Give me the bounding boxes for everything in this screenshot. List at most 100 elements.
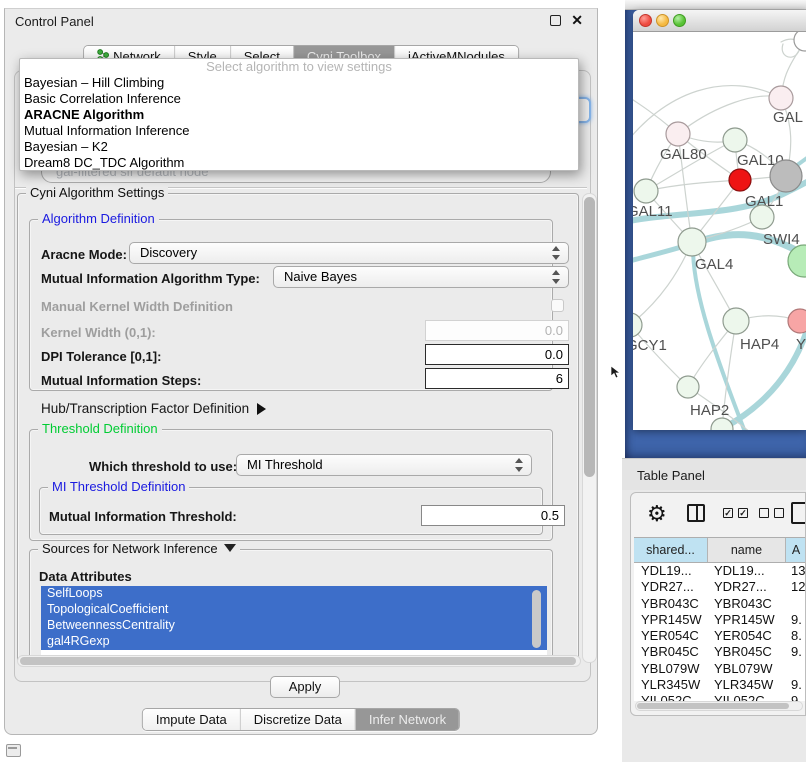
table-cell: YPR145W — [641, 612, 707, 627]
network-node[interactable] — [769, 86, 793, 110]
table-cell: YDL19... — [641, 563, 707, 578]
float-window-icon[interactable] — [550, 15, 561, 26]
table-row[interactable]: YBR045CYBR045C9. — [634, 644, 806, 660]
list-item[interactable]: SelfLoops — [41, 586, 547, 602]
sources-title: Sources for Network Inference — [42, 541, 218, 556]
tab-label: Impute Data — [156, 709, 227, 730]
table-row[interactable]: YIL052CYIL052C9. — [634, 693, 806, 701]
dropdown-item[interactable]: Dream8 DC_TDC Algorithm — [20, 155, 578, 171]
close-icon[interactable]: ✕ — [571, 12, 583, 29]
table-cell: 9. — [791, 612, 806, 627]
network-edge[interactable] — [646, 180, 740, 191]
dropdown-item[interactable]: Mutual Information Inference — [20, 123, 578, 139]
table-row[interactable]: YDL19...YDL19...13 — [634, 563, 806, 579]
settings-hscrollbar-thumb[interactable] — [20, 657, 576, 665]
table-cell: YBR043C — [641, 596, 707, 611]
mi-threshold-field[interactable]: 0.5 — [421, 505, 565, 526]
list-item[interactable]: BetweennessCentrality — [41, 618, 547, 634]
network-node[interactable] — [750, 205, 774, 229]
minimize-traffic-light-icon[interactable] — [656, 14, 669, 27]
expand-arrow-icon — [257, 403, 266, 415]
checked-checkbox-icon[interactable]: ✓ — [738, 508, 748, 518]
checked-checkbox-icon[interactable]: ✓ — [723, 508, 733, 518]
dpi-tolerance-field[interactable]: 0.0 — [425, 344, 569, 365]
dropdown-item[interactable]: Bayesian – K2 — [20, 139, 578, 155]
table-cell: 9. — [791, 677, 806, 692]
network-edge[interactable] — [633, 86, 781, 150]
network-node[interactable] — [794, 32, 806, 51]
network-node[interactable] — [723, 308, 749, 334]
split-columns-icon[interactable] — [687, 504, 705, 522]
dropdown-item[interactable]: Bayesian – Hill Climbing — [20, 75, 578, 91]
mi-threshold-label: Mutual Information Threshold: — [49, 509, 237, 524]
network-window-titlebar[interactable] — [633, 10, 806, 32]
close-traffic-light-icon[interactable] — [639, 14, 652, 27]
table-row[interactable]: YLR345WYLR345W9. — [634, 677, 806, 693]
document-icon[interactable] — [791, 502, 806, 524]
network-node-label: GAL — [773, 109, 803, 126]
mi-steps-field[interactable]: 6 — [425, 368, 569, 389]
network-node[interactable] — [666, 122, 690, 146]
table-row[interactable]: YBR043CYBR043C — [634, 596, 806, 612]
network-node[interactable] — [723, 128, 747, 152]
algorithm-dropdown-popup: Select algorithm to view settings Bayesi… — [19, 58, 579, 171]
which-threshold-select[interactable]: MI Threshold — [236, 454, 532, 476]
group-title: Cyni Algorithm Settings — [26, 185, 168, 200]
tab-label: Discretize Data — [254, 709, 342, 730]
zoom-traffic-light-icon[interactable] — [673, 14, 686, 27]
table-cell: YER054C — [714, 628, 786, 643]
tab-label: Infer Network — [369, 709, 446, 730]
dropdown-item[interactable]: Basic Correlation Inference — [20, 91, 578, 107]
network-edge[interactable] — [678, 96, 781, 134]
hub-definition-toggle[interactable]: Hub/Transcription Factor Definition — [41, 401, 266, 416]
network-node[interactable] — [711, 418, 733, 430]
network-node[interactable] — [788, 309, 806, 333]
data-attributes-list[interactable]: SelfLoopsTopologicalCoefficientBetweenne… — [41, 586, 547, 656]
table-cell: 9. — [791, 644, 806, 659]
list-item[interactable]: gal4RGexp — [41, 634, 547, 650]
tab-impute-data[interactable]: Impute Data — [143, 709, 240, 730]
network-node[interactable] — [678, 228, 706, 256]
dpi-tolerance-label: DPI Tolerance [0,1]: — [41, 349, 161, 364]
gear-icon[interactable]: ⚙ — [647, 501, 667, 527]
aracne-mode-select[interactable]: Discovery — [129, 242, 569, 264]
unchecked-checkbox-icon[interactable] — [759, 508, 769, 518]
network-edge[interactable] — [633, 325, 688, 387]
table-cell: YBL079W — [641, 661, 707, 676]
mi-algorithm-type-select[interactable]: Naive Bayes — [273, 266, 569, 288]
table-cell: YDR27... — [641, 579, 707, 594]
manual-kernel-checkbox[interactable] — [551, 299, 564, 312]
settings-vscrollbar-thumb[interactable] — [584, 197, 595, 477]
table-cell: YDR27... — [714, 579, 786, 594]
table-body: YDL19...YDL19...13YDR27...YDR27...12YBR0… — [634, 563, 806, 701]
which-threshold-value: MI Threshold — [247, 457, 323, 472]
column-header[interactable]: shared... — [634, 538, 708, 562]
kernel-width-field[interactable]: 0.0 — [425, 320, 569, 341]
table-row[interactable]: YER054CYER054C8. — [634, 628, 806, 644]
network-view-window: GALGAL80GAL10GAL1GAL11SWI4GAL4GCY1HAP4YH… — [633, 10, 806, 430]
apply-button[interactable]: Apply — [270, 676, 340, 698]
column-header[interactable]: name — [708, 538, 786, 562]
tab-discretize-data[interactable]: Discretize Data — [240, 709, 355, 730]
dropdown-item[interactable]: ARACNE Algorithm — [20, 107, 578, 123]
network-node[interactable] — [677, 376, 699, 398]
list-item[interactable]: TopologicalCoefficient — [41, 602, 547, 618]
table-row[interactable]: YBL079WYBL079W — [634, 661, 806, 677]
tab-infer-network[interactable]: Infer Network — [355, 709, 459, 730]
network-node[interactable] — [729, 169, 751, 191]
data-attributes-label: Data Attributes — [39, 569, 132, 584]
list-scrollbar-thumb[interactable] — [532, 590, 541, 648]
table-hscrollbar-thumb[interactable] — [637, 703, 789, 709]
minimized-panel-icon[interactable] — [6, 744, 21, 757]
table-panel-title: Table Panel — [637, 468, 705, 483]
network-canvas[interactable]: GALGAL80GAL10GAL1GAL11SWI4GAL4GCY1HAP4YH… — [633, 32, 806, 430]
network-node-label: GAL11 — [633, 203, 673, 220]
control-panel-titlebar: Control Panel ✕ — [5, 9, 597, 33]
network-node[interactable] — [770, 160, 802, 192]
table-row[interactable]: YPR145WYPR145W9. — [634, 612, 806, 628]
dropdown-list: Bayesian – Hill ClimbingBasic Correlatio… — [20, 75, 578, 170]
network-node[interactable] — [634, 179, 658, 203]
table-row[interactable]: YDR27...YDR27...12 — [634, 579, 806, 595]
unchecked-checkbox-icon[interactable] — [774, 508, 784, 518]
column-header[interactable]: A — [786, 538, 806, 562]
